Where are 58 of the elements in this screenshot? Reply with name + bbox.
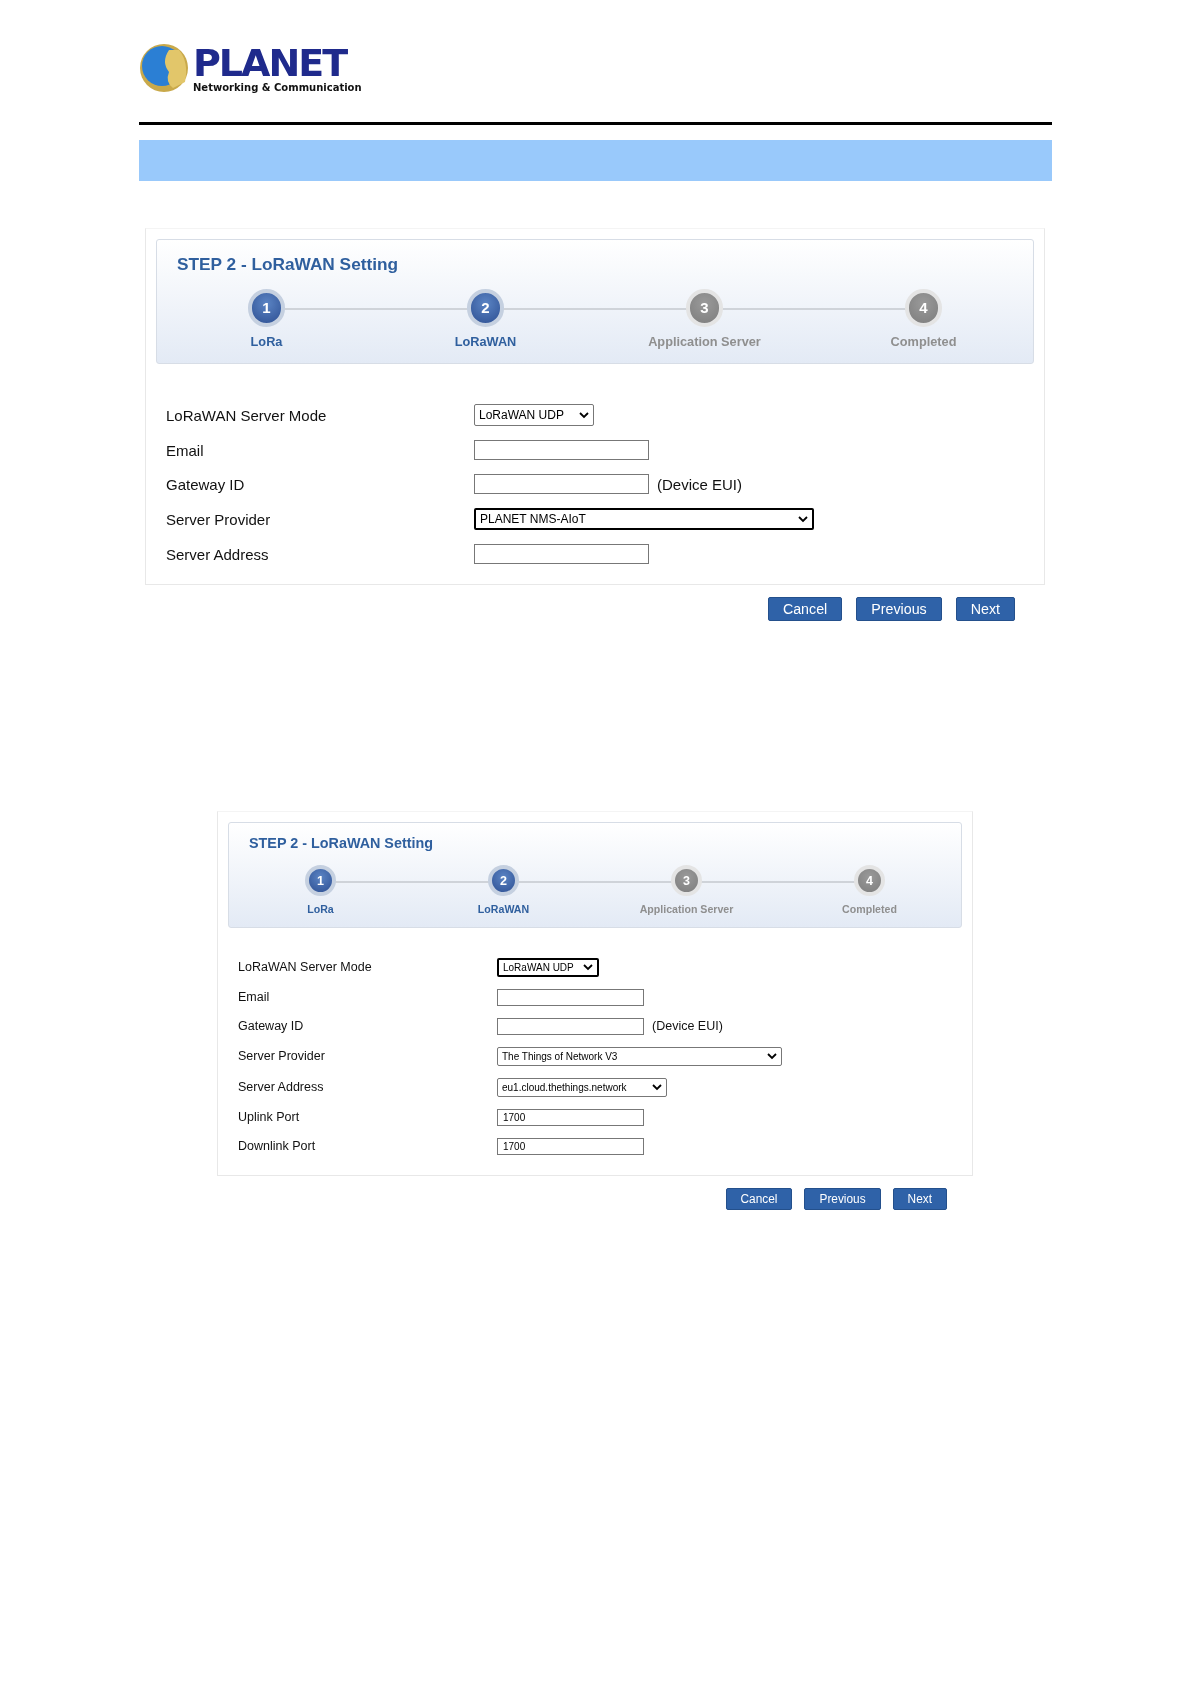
wizard-button[interactable]: Cancel	[725, 1187, 793, 1210]
dropdown-select[interactable]: LoRaWAN UDP	[474, 404, 594, 426]
field-note: (Device EUI)	[657, 475, 742, 493]
step-label: Application Server	[648, 334, 761, 349]
step-label: LoRa	[250, 334, 283, 349]
step-circle: 4	[853, 865, 886, 897]
field-label: Email	[238, 990, 271, 1004]
dropdown-select[interactable]: LoRaWAN UDP	[497, 957, 599, 977]
field-label: Gateway ID	[166, 475, 246, 493]
wizard-title: STEP 2 - LoRaWAN Setting	[249, 835, 435, 851]
dropdown-caret-icon	[652, 1083, 662, 1091]
field-label: Server Address	[166, 545, 270, 563]
dropdown-caret-icon	[579, 411, 589, 419]
field-note: (Device EUI)	[652, 1019, 723, 1033]
dropdown-caret-icon	[767, 1052, 777, 1060]
wizard-button[interactable]: Previous	[804, 1187, 881, 1210]
wizard-button[interactable]: Cancel	[767, 597, 843, 621]
text-field[interactable]	[474, 440, 649, 460]
text-field[interactable]	[497, 1017, 644, 1035]
wizard-title: STEP 2 - LoRaWAN Setting	[177, 254, 400, 275]
wizard-button[interactable]: Next	[955, 597, 1015, 621]
step-label: LoRaWAN	[477, 902, 530, 915]
text-field[interactable]	[497, 988, 644, 1006]
step-label: Completed	[890, 334, 957, 349]
field-label: Server Provider	[238, 1049, 326, 1063]
text-field[interactable]: 1700	[497, 1108, 644, 1126]
field-label: Email	[166, 441, 205, 459]
step-label: Completed	[842, 902, 897, 915]
field-label: Server Provider	[166, 510, 272, 528]
dropdown-select[interactable]: eu1.cloud.thethings.network	[497, 1077, 667, 1097]
globe-logo-icon	[139, 42, 189, 94]
step-label: Application Server	[639, 902, 734, 915]
dropdown-caret-icon	[583, 963, 593, 971]
dropdown-select[interactable]: The Things of Network V3	[497, 1046, 782, 1066]
dropdown-select[interactable]: PLANET NMS-AIoT	[474, 508, 814, 530]
field-label: LoRaWAN Server Mode	[238, 960, 373, 974]
logo-tagline: Networking & Communication	[193, 81, 362, 93]
wizard-button[interactable]: Next	[892, 1187, 947, 1210]
step-circle: 1	[304, 865, 337, 897]
step-circle: 3	[685, 289, 724, 327]
step-label: LoRa	[307, 902, 334, 915]
text-field[interactable]	[474, 544, 649, 564]
text-field[interactable]	[474, 474, 649, 494]
field-label: Downlink Port	[238, 1139, 317, 1153]
step-circle: 3	[670, 865, 703, 897]
logo-wordmark: PLANET	[193, 43, 347, 82]
field-label: Uplink Port	[238, 1110, 301, 1124]
field-label: LoRaWAN Server Mode	[166, 406, 328, 424]
field-label: Server Address	[238, 1080, 325, 1094]
dropdown-caret-icon	[798, 515, 808, 523]
step-circle: 1	[247, 289, 286, 327]
step-circle: 2	[466, 289, 505, 327]
wizard-button[interactable]: Previous	[856, 597, 942, 621]
step-circle: 4	[904, 289, 943, 327]
text-field[interactable]: 1700	[497, 1137, 644, 1155]
step-label: LoRaWAN	[454, 334, 517, 349]
step-circle: 2	[487, 865, 520, 897]
field-label: Gateway ID	[238, 1019, 305, 1033]
